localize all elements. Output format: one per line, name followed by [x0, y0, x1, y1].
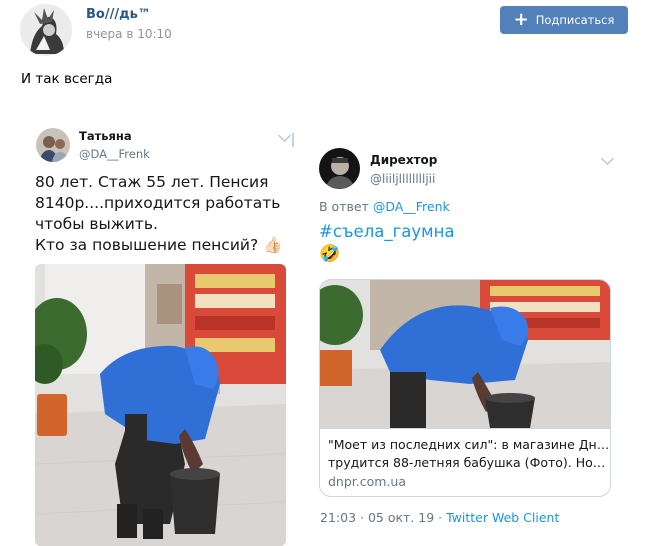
tweet2-avatar — [319, 148, 360, 189]
tweet1-photo[interactable] — [35, 264, 286, 546]
rofl-emoji: 🤣 — [319, 244, 341, 264]
tweet1-author-name: Татьяна — [79, 129, 132, 143]
subscribe-label: Подписаться — [535, 13, 615, 27]
author-avatar[interactable] — [20, 4, 72, 56]
meta-separator: · — [434, 510, 447, 525]
reply-prefix: В ответ — [319, 199, 369, 214]
chevron-down-icon[interactable] — [278, 129, 291, 142]
author-name[interactable]: Во///дь™ — [86, 7, 151, 22]
tweet-screenshot-2[interactable]: Дирехтор @liiljlllllllljii В ответ @DA__… — [308, 136, 620, 536]
plus-icon: + — [513, 9, 529, 30]
reply-to: В ответ @DA__Frenk — [319, 199, 450, 214]
tweet-screenshot-1[interactable]: Татьяна @DA__Frenk 80 лет. Стаж 55 лет. … — [30, 116, 296, 546]
link-card[interactable]: "Моет из последних сил": в магазине Днеп… — [319, 279, 611, 497]
tweet1-text: 80 лет. Стаж 55 лет. Пенсия 8140р....при… — [35, 172, 297, 256]
tweet1-line: 8140р....приходится работать — [35, 194, 281, 212]
card-title-line: "Моет из последних сил": в магазине Днеп… — [328, 437, 610, 452]
divider — [292, 133, 294, 147]
tweet1-line: чтобы выжить. — [35, 215, 158, 233]
chevron-down-icon[interactable] — [601, 152, 614, 165]
tweet2-handle: @liiljlllllllljii — [370, 172, 436, 186]
card-divider — [320, 428, 610, 429]
card-domain: dnpr.com.ua — [328, 474, 407, 489]
avatar-image — [20, 4, 72, 56]
post-time[interactable]: вчера в 10:10 — [86, 27, 172, 41]
card-image — [320, 280, 610, 428]
hashtag-link[interactable]: #съела_гаумна — [319, 221, 455, 242]
card-photo — [320, 280, 610, 428]
reply-to-link[interactable]: @DA__Frenk — [373, 199, 450, 214]
tweet2-author-name: Дирехтор — [370, 153, 438, 167]
tweet1-handle: @DA__Frenk — [79, 147, 150, 161]
tweet-meta: 21:03 · 05 окт. 19 · Twitter Web Client — [320, 510, 559, 525]
client-link[interactable]: Twitter Web Client — [446, 510, 559, 525]
photo-image — [35, 264, 286, 546]
tweet1-line: Кто за повышение пенсий? 👍🏻 — [35, 236, 283, 254]
tweet1-line: 80 лет. Стаж 55 лет. Пенсия — [35, 173, 269, 191]
tweet1-avatar — [36, 128, 70, 162]
subscribe-button[interactable]: + Подписаться — [500, 6, 628, 34]
card-description: "Моет из последних сил": в магазине Днеп… — [328, 436, 610, 472]
tweet-timestamp[interactable]: 21:03 · 05 окт. 19 — [320, 510, 434, 525]
post-text: И так всегда — [21, 71, 113, 87]
card-title-line: трудится 88-летняя бабушка (Фото). Новос… — [328, 455, 610, 470]
